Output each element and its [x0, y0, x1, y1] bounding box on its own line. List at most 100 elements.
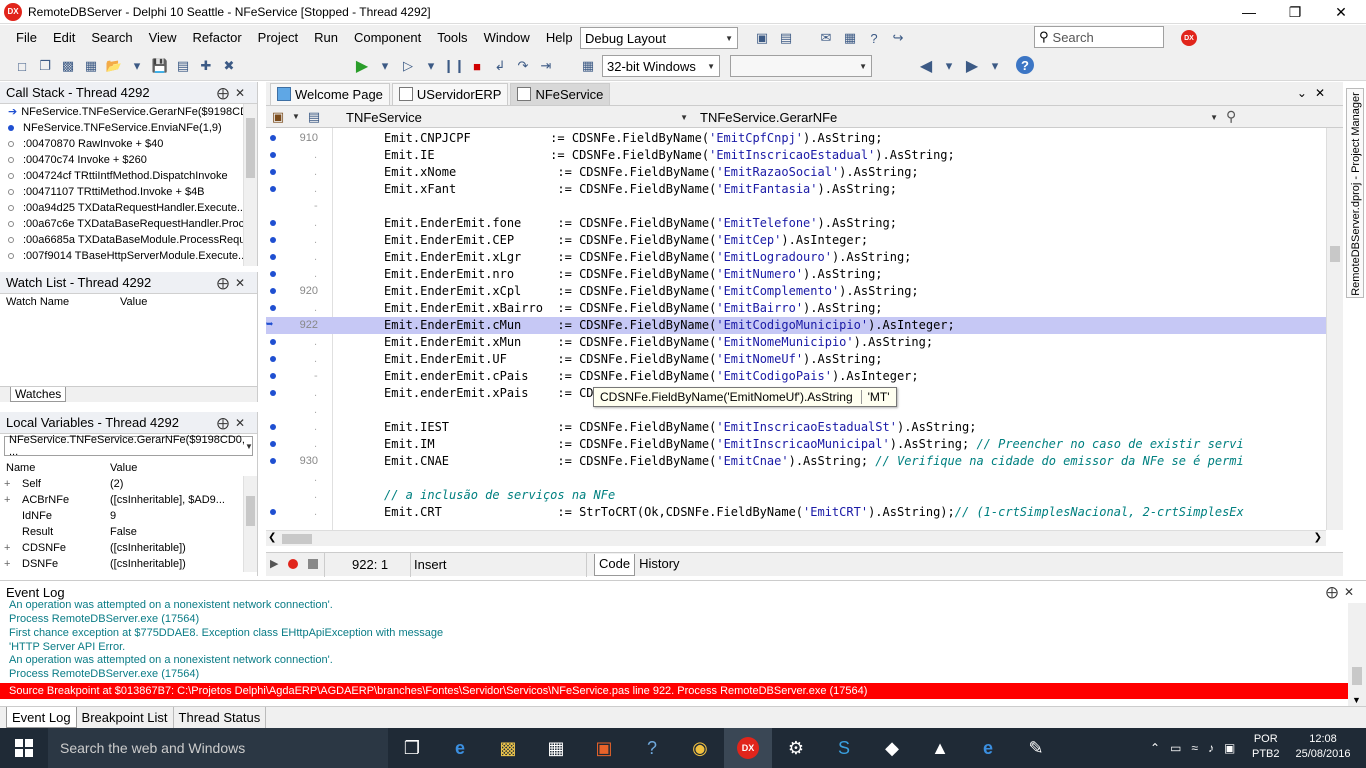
- scroll-right-icon[interactable]: ❯: [1314, 532, 1322, 543]
- menu-search[interactable]: Search: [83, 25, 140, 51]
- taskbar-search[interactable]: Search the web and Windows: [48, 728, 388, 768]
- pin-icon[interactable]: ⨁: [1326, 585, 1344, 599]
- layout-combo[interactable]: Debug Layout ▼: [580, 27, 738, 49]
- code-line[interactable]: . Emit.xFant := CDSNFe.FieldByName('EmitF…: [266, 181, 1326, 198]
- scroll-thumb[interactable]: [1330, 246, 1340, 262]
- menu-component[interactable]: Component: [346, 25, 429, 51]
- feedback-icon[interactable]: ↪: [888, 28, 908, 48]
- minimize-button[interactable]: —: [1226, 0, 1272, 24]
- list-item[interactable]: ➔ NFeService.TNFeService.GerarNFe($9198CD…: [0, 104, 257, 120]
- class-combo[interactable]: TNFeService ▼: [342, 107, 692, 127]
- menu-file[interactable]: File: [8, 25, 45, 51]
- list-item[interactable]: :00a94d25 TXDataRequestHandler.Execute..…: [0, 200, 257, 216]
- code-line[interactable]: . Emit.xNome := CDSNFe.FieldByName('EmitR…: [266, 164, 1326, 181]
- breakpoint-dot-icon[interactable]: [270, 339, 276, 345]
- step-over-icon[interactable]: ↷: [513, 56, 533, 76]
- close-icon[interactable]: ✕: [235, 416, 251, 430]
- editor-horizontal-scrollbar[interactable]: ❮ ❯: [266, 530, 1326, 546]
- platform-combo[interactable]: 32-bit Windows ▼: [602, 55, 720, 77]
- menu-project[interactable]: Project: [250, 25, 306, 51]
- code-line[interactable]: . Emit.CRT := StrToCRT(Ok,CDSNFe.FieldByN…: [266, 504, 1326, 521]
- code-line[interactable]: . Emit.EnderEmit.CEP := CDSNFe.FieldByNam…: [266, 232, 1326, 249]
- pin-icon[interactable]: ⨁: [217, 86, 235, 100]
- code-editor[interactable]: 910 Emit.CNPJCPF := CDSNFe.FieldByName('E…: [266, 128, 1326, 530]
- code-line[interactable]: .: [266, 470, 1326, 487]
- stop-macro-icon[interactable]: [308, 559, 318, 569]
- code-line[interactable]: - Emit.enderEmit.cPais := CDSNFe.FieldByN…: [266, 368, 1326, 385]
- help-icon[interactable]: ?: [1016, 56, 1034, 74]
- event-log-scrollbar[interactable]: ▼: [1348, 603, 1366, 707]
- run-to-cursor-icon[interactable]: ⇥: [536, 56, 556, 76]
- code-line[interactable]: 910 Emit.CNPJCPF := CDSNFe.FieldByName('E…: [266, 130, 1326, 147]
- chevron-down-icon[interactable]: ▼: [292, 112, 300, 121]
- breakpoint-dot-icon[interactable]: [270, 509, 276, 515]
- list-item[interactable]: :00471107 TRttiMethod.Invoke + $4B: [0, 184, 257, 200]
- record-macro-icon[interactable]: [288, 559, 298, 569]
- code-line[interactable]: . Emit.EnderEmit.nro := CDSNFe.FieldByNam…: [266, 266, 1326, 283]
- tab-watches[interactable]: Watches: [10, 387, 67, 402]
- breakpoint-dot-icon[interactable]: [270, 305, 276, 311]
- language-indicator[interactable]: POR PTB2: [1252, 732, 1280, 762]
- menu-window[interactable]: Window: [476, 25, 538, 51]
- database-icon[interactable]: ◆: [868, 728, 916, 768]
- forward-dropdown-icon[interactable]: ▾: [985, 56, 1005, 76]
- code-line[interactable]: . Emit.EnderEmit.xLgr := CDSNFe.FieldByNa…: [266, 249, 1326, 266]
- breakpoint-dot-icon[interactable]: [270, 186, 276, 192]
- battery-icon[interactable]: ▭: [1170, 741, 1181, 755]
- start-button[interactable]: [0, 728, 48, 768]
- close-icon[interactable]: ✕: [1344, 585, 1360, 599]
- build-config-combo[interactable]: ▼: [730, 55, 872, 77]
- chevron-up-icon[interactable]: ⌃: [1150, 741, 1160, 755]
- tab-list-icon[interactable]: ⌄: [1297, 86, 1315, 100]
- breakpoint-dot-icon[interactable]: [270, 424, 276, 430]
- locals-scrollbar[interactable]: [243, 476, 257, 572]
- table-row[interactable]: + CDSNFe ([csInheritable]): [0, 540, 257, 556]
- breakpoint-dot-icon[interactable]: [270, 356, 276, 362]
- code-line[interactable]: 930 Emit.CNAE := CDSNFe.FieldByName('Emit…: [266, 453, 1326, 470]
- call-stack-scrollbar[interactable]: [243, 104, 257, 266]
- pin-icon[interactable]: ⨁: [217, 276, 235, 290]
- scroll-down-icon[interactable]: ▼: [1352, 695, 1361, 705]
- locals-value-header[interactable]: Value: [110, 462, 137, 474]
- list-item[interactable]: :007f9014 TBaseHttpServerModule.Execute.…: [0, 248, 257, 264]
- code-line[interactable]: . Emit.IEST := CDSNFe.FieldByName('EmitIn…: [266, 419, 1326, 436]
- method-combo[interactable]: TNFeService.GerarNFe ▼: [696, 107, 1222, 127]
- watch-value-header[interactable]: Value: [120, 296, 147, 308]
- editor-vertical-scrollbar[interactable]: [1326, 128, 1343, 530]
- close-icon[interactable]: ✕: [235, 86, 251, 100]
- stop-icon[interactable]: ■: [467, 56, 487, 76]
- tab-event-log[interactable]: Event Log: [6, 707, 77, 728]
- list-item[interactable]: :00470870 RawInvoke + $40: [0, 136, 257, 152]
- store-icon[interactable]: ▦: [532, 728, 580, 768]
- tab-userviderp[interactable]: UServidorERP: [391, 82, 509, 105]
- save-icon[interactable]: 💾: [150, 56, 170, 76]
- add-file-icon[interactable]: ✚: [196, 56, 216, 76]
- mail-icon[interactable]: ✉: [816, 28, 836, 48]
- forward-icon[interactable]: ▶: [962, 56, 982, 76]
- chrome-icon[interactable]: ◉: [676, 728, 724, 768]
- expand-icon[interactable]: +: [0, 494, 22, 506]
- book-icon[interactable]: ▣: [268, 107, 288, 127]
- app-triangle-icon[interactable]: ▲: [916, 728, 964, 768]
- table-row[interactable]: + DSNFe ([csInheritable]): [0, 556, 257, 572]
- task-view-icon[interactable]: ❐: [388, 728, 436, 768]
- tab-nfeservice[interactable]: NFeService: [510, 82, 611, 105]
- menu-refactor[interactable]: Refactor: [185, 25, 250, 51]
- help-app-icon[interactable]: ?: [628, 728, 676, 768]
- code-line[interactable]: . Emit.EnderEmit.fone := CDSNFe.FieldByNa…: [266, 215, 1326, 232]
- delphi-taskbar-icon[interactable]: DX: [724, 728, 772, 768]
- maximize-button[interactable]: ❐: [1272, 0, 1318, 24]
- tab-welcome-page[interactable]: Welcome Page: [270, 82, 390, 105]
- breakpoint-dot-icon[interactable]: [270, 135, 276, 141]
- close-icon[interactable]: ✕: [1315, 86, 1333, 100]
- remove-file-icon[interactable]: ✖: [219, 56, 239, 76]
- breakpoint-dot-icon[interactable]: [270, 288, 276, 294]
- expand-icon[interactable]: +: [0, 478, 22, 490]
- breakpoint-dot-icon[interactable]: [270, 169, 276, 175]
- breakpoint-dot-icon[interactable]: [270, 237, 276, 243]
- table-row[interactable]: Result False: [0, 524, 257, 540]
- code-line[interactable]: -: [266, 198, 1326, 215]
- locals-name-header[interactable]: Name: [0, 462, 110, 474]
- file-explorer-icon[interactable]: ▩: [484, 728, 532, 768]
- run-dropdown-icon[interactable]: ▾: [375, 56, 395, 76]
